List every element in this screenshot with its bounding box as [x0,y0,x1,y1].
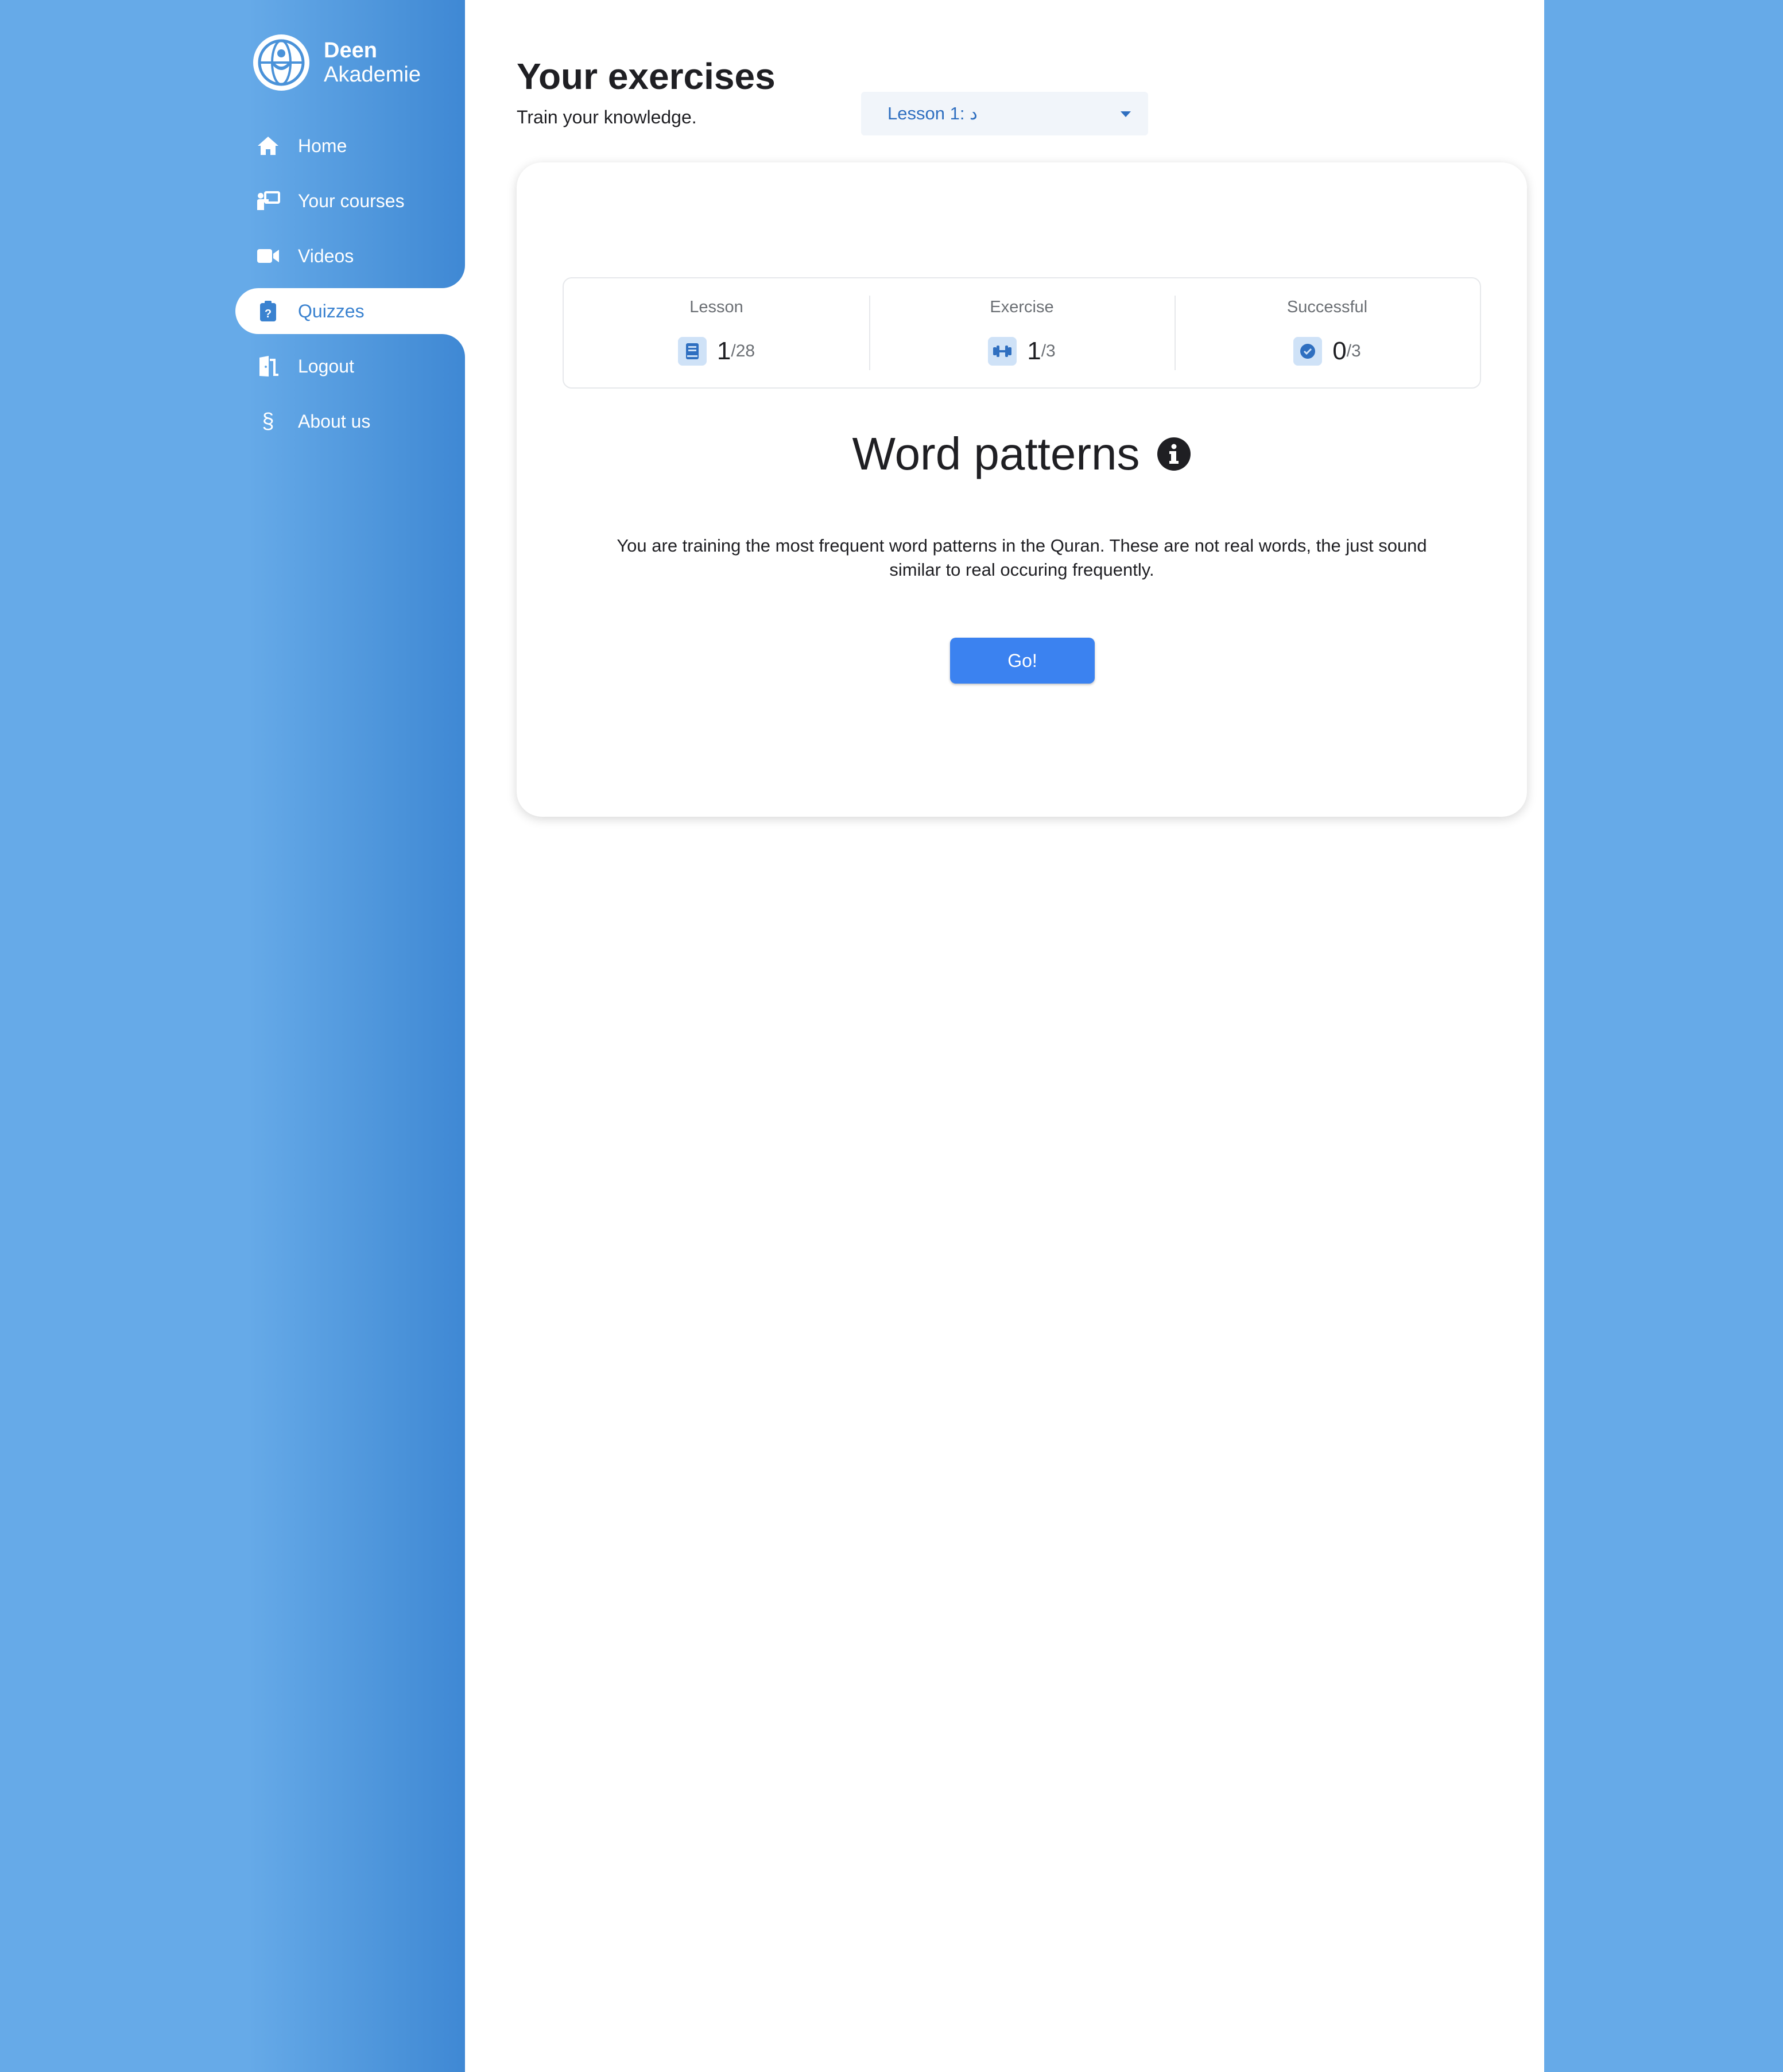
door-exit-icon [255,354,281,379]
video-camera-icon [255,243,281,269]
stat-value: 1 /28 [564,337,869,366]
clipboard-question-icon: ? [255,298,281,324]
brand-name: Deen Akademie [324,38,421,87]
exercise-description: You are training the most frequent word … [617,536,1427,580]
sidebar-item-label: Videos [298,245,354,266]
check-circle-icon [1293,337,1323,366]
stat-value: 1 /3 [869,337,1175,366]
globe-logo-icon [253,34,309,91]
sidebar-nav: Home Your courses Videos ? Quizzes Logou… [0,123,465,453]
exercise-heading: Word patterns [517,428,1527,480]
stat-label: Exercise [990,298,1054,316]
lesson-dropdown-value: Lesson 1: د [887,103,978,123]
stat-current: 1 [716,337,731,365]
sidebar-item-logout[interactable]: Logout [0,343,465,389]
svg-text:?: ? [265,308,272,320]
home-icon [255,133,281,158]
sidebar-item-videos[interactable]: Videos [0,233,465,279]
stat-label: Successful [1286,298,1368,316]
brand-logo[interactable]: Deen Akademie [253,34,421,91]
section-sign-icon: § [255,409,281,434]
stat-total: /28 [731,342,755,360]
stat-value: 0 /3 [1175,337,1480,366]
stat-lesson: Lesson 1 /28 [564,278,869,387]
page: Deen Akademie Home Your courses Videos ?… [0,0,1783,2072]
page-title: Your exercises [517,56,776,97]
book-icon [677,337,707,366]
exercise-title: Word patterns [852,428,1140,479]
caret-down-icon [1121,111,1131,117]
go-button[interactable]: Go! [950,638,1095,684]
sidebar-item-quizzes[interactable]: ? Quizzes [235,288,465,334]
stat-current: 1 [1027,337,1041,365]
sidebar-item-label: Logout [298,355,354,377]
progress-stats: Lesson 1 /28 Exercise 1 /3 Successful 0 … [563,277,1481,389]
sidebar-item-label: Home [298,135,347,156]
sidebar-item-home[interactable]: Home [0,123,465,169]
lesson-dropdown[interactable]: Lesson 1: د [861,92,1148,135]
main-content: Your exercises Train your knowledge. Les… [465,0,1544,2072]
sidebar-item-label: About us [298,410,371,432]
info-icon[interactable] [1157,437,1191,471]
stat-successful: Successful 0 /3 [1175,278,1480,387]
page-subtitle: Train your knowledge. [517,107,697,127]
teacher-board-icon [255,188,281,214]
brand-name-line2: Akademie [324,63,421,87]
dumbbell-icon [988,337,1017,366]
stat-label: Lesson [689,298,743,316]
stat-current: 0 [1332,337,1347,365]
stat-total: /3 [1346,342,1361,360]
stat-total: /3 [1041,342,1056,360]
sidebar-item-your-courses[interactable]: Your courses [0,178,465,224]
exercise-card: Lesson 1 /28 Exercise 1 /3 Successful 0 … [517,162,1527,817]
sidebar-item-label: Your courses [298,190,405,211]
stat-exercise: Exercise 1 /3 [869,278,1175,387]
svg-text:§: § [262,410,274,433]
sidebar-item-label: Quizzes [298,300,365,321]
brand-name-line1: Deen [324,38,377,63]
sidebar-item-about-us[interactable]: § About us [0,398,465,444]
sidebar: Deen Akademie Home Your courses Videos ?… [0,0,465,2072]
